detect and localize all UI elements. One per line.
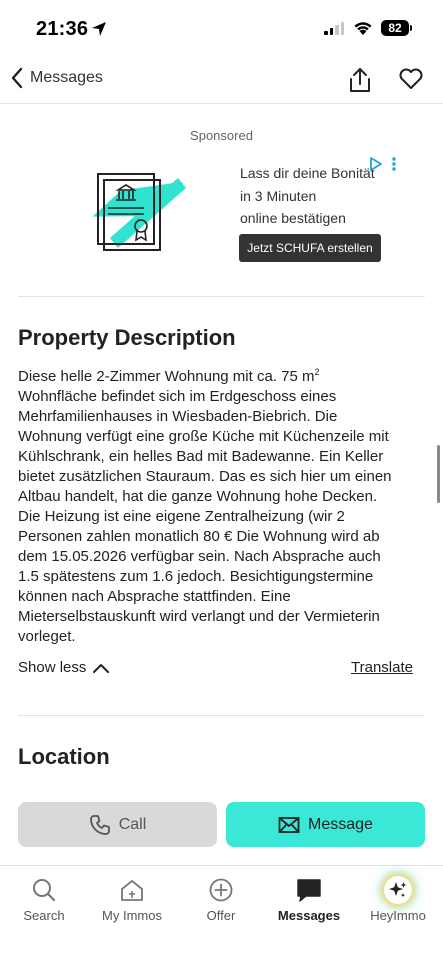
share-icon: [350, 68, 370, 92]
heart-icon: [399, 68, 423, 89]
favorite-button[interactable]: [398, 67, 424, 96]
description-text-part: Diese helle 2-Zimmer Wohnung mit ca. 75 …: [18, 368, 315, 385]
status-bar: 21:36 82: [0, 0, 443, 58]
ad-text-line: Lass dir deine Bonität: [240, 165, 375, 181]
document-certificate-icon: [92, 173, 186, 251]
tab-label: HeyImmo: [370, 908, 426, 923]
share-button[interactable]: [347, 66, 373, 99]
envelope-icon: [278, 816, 300, 833]
tab-label: My Immos: [102, 908, 162, 923]
battery-tip: [410, 25, 412, 31]
back-button[interactable]: Messages: [10, 66, 103, 90]
description-text-part: Wohnfläche befindet sich im Erdgeschoss …: [18, 388, 392, 645]
search-icon: [33, 879, 56, 902]
ad-more-icon[interactable]: [390, 156, 398, 172]
ad-text-line: online bestätigen: [240, 210, 346, 226]
sparkle-icon: [384, 876, 412, 904]
call-button[interactable]: Call: [18, 802, 217, 847]
show-less-button[interactable]: Show less: [18, 659, 110, 676]
back-label: Messages: [30, 69, 103, 86]
ad-text-line: in 3 Minuten: [240, 187, 317, 204]
battery-indicator: 82: [381, 20, 409, 36]
top-navigation: Messages: [0, 58, 443, 104]
ad-text: Lass dir deine Bonität in 3 Minuten onli…: [240, 162, 380, 230]
divider: [18, 296, 425, 297]
location-arrow-icon: [92, 22, 106, 36]
plus-circle-icon: [209, 878, 233, 902]
superscript: 2: [314, 367, 320, 377]
tab-label: Search: [23, 908, 65, 923]
tab-label: Offer: [206, 908, 236, 923]
tab-search[interactable]: Search: [0, 876, 88, 923]
chevron-up-icon: [93, 663, 110, 673]
message-label: Message: [308, 815, 373, 833]
tab-my-immos[interactable]: My Immos: [88, 876, 176, 923]
divider: [18, 715, 425, 716]
translate-link[interactable]: Translate: [351, 659, 413, 676]
scrollbar[interactable]: [437, 445, 440, 503]
message-button[interactable]: Message: [226, 802, 425, 847]
description-text: Diese helle 2-Zimmer Wohnung mit ca. 75 …: [18, 362, 428, 647]
call-label: Call: [118, 815, 147, 833]
description-title: Property Description: [18, 325, 236, 350]
location-title: Location: [18, 744, 110, 769]
ad-cta-button[interactable]: Jetzt SCHUFA erstellen: [239, 234, 381, 262]
cellular-signal-icon: [324, 22, 344, 35]
tab-heyimmo[interactable]: HeyImmo: [354, 876, 442, 923]
ad-choices-icon[interactable]: [368, 156, 384, 172]
bottom-tab-bar: Search My Immos Offer Messages HeyImmo: [0, 865, 443, 960]
wifi-icon: [354, 22, 372, 35]
chat-icon: [297, 879, 321, 902]
home-icon: [121, 880, 143, 901]
phone-icon: [89, 814, 110, 835]
chevron-left-icon: [11, 67, 23, 89]
sponsored-label: Sponsored: [190, 128, 253, 143]
tab-messages[interactable]: Messages: [265, 876, 353, 923]
tab-label: Messages: [277, 908, 341, 923]
show-less-label: Show less: [18, 659, 87, 676]
status-time: 21:36: [36, 18, 89, 40]
tab-offer[interactable]: Offer: [177, 876, 265, 923]
